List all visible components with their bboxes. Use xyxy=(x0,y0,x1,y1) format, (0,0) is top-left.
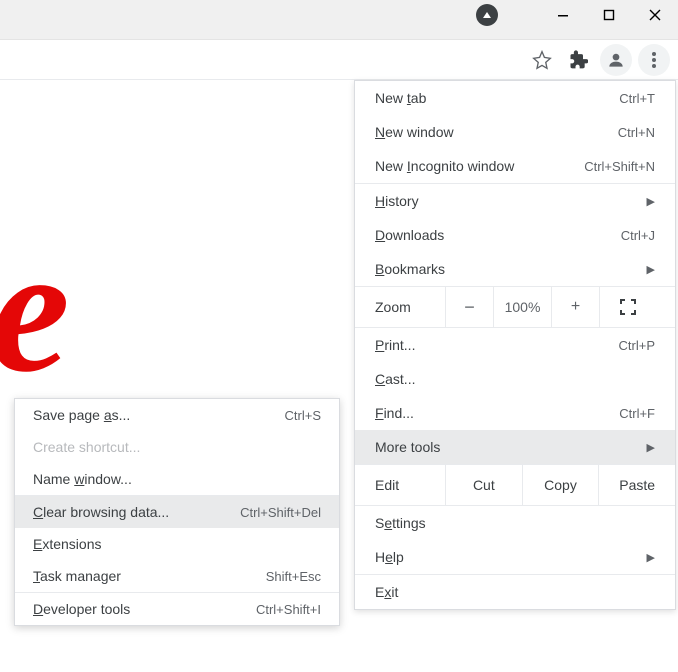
submenu-shortcut: Ctrl+S xyxy=(285,408,321,423)
menu-label: Settings xyxy=(375,515,655,531)
menu-bookmarks[interactable]: Bookmarks ▶ xyxy=(355,252,675,286)
menu-label: Cast... xyxy=(375,371,655,387)
submenu-label: Extensions xyxy=(33,536,321,552)
submenu-name-window[interactable]: Name window... xyxy=(15,463,339,495)
menu-help[interactable]: Help ▶ xyxy=(355,540,675,574)
more-tools-submenu: Save page as... Ctrl+S Create shortcut..… xyxy=(14,398,340,626)
browser-toolbar xyxy=(0,40,678,80)
submenu-label: Name window... xyxy=(33,471,321,487)
menu-label: New tab xyxy=(375,90,603,106)
menu-shortcut: Ctrl+F xyxy=(619,406,655,421)
chrome-menu-button[interactable] xyxy=(638,44,670,76)
submenu-arrow-icon: ▶ xyxy=(647,551,655,564)
menu-shortcut: Ctrl+N xyxy=(618,125,655,140)
submenu-extensions[interactable]: Extensions xyxy=(15,528,339,560)
menu-edit-row: Edit Cut Copy Paste xyxy=(355,465,675,505)
profile-avatar-icon[interactable] xyxy=(600,44,632,76)
menu-new-tab[interactable]: New tab Ctrl+T xyxy=(355,81,675,115)
zoom-in-button[interactable]: + xyxy=(551,287,599,327)
zoom-out-button[interactable]: − xyxy=(445,287,493,327)
menu-label: Find... xyxy=(375,405,603,421)
submenu-arrow-icon: ▶ xyxy=(647,441,655,454)
submenu-label: Create shortcut... xyxy=(33,439,321,455)
submenu-arrow-icon: ▶ xyxy=(647,263,655,276)
submenu-label: Save page as... xyxy=(33,407,269,423)
menu-label: Downloads xyxy=(375,227,605,243)
menu-new-window[interactable]: New window Ctrl+N xyxy=(355,115,675,149)
menu-exit[interactable]: Exit xyxy=(355,575,675,609)
submenu-create-shortcut: Create shortcut... xyxy=(15,431,339,463)
menu-more-tools[interactable]: More tools ▶ xyxy=(355,430,675,464)
edit-copy-button[interactable]: Copy xyxy=(522,465,599,505)
menu-new-incognito[interactable]: New Incognito window Ctrl+Shift+N xyxy=(355,149,675,183)
submenu-developer-tools[interactable]: Developer tools Ctrl+Shift+I xyxy=(15,593,339,625)
menu-shortcut: Ctrl+J xyxy=(621,228,655,243)
menu-settings[interactable]: Settings xyxy=(355,506,675,540)
menu-zoom-row: Zoom − 100% + xyxy=(355,287,675,327)
fullscreen-button[interactable] xyxy=(599,287,655,327)
background-logo-glyph: e xyxy=(0,220,70,400)
edit-paste-button[interactable]: Paste xyxy=(598,465,675,505)
window-titlebar xyxy=(0,0,678,40)
bookmark-star-icon[interactable] xyxy=(526,44,558,76)
chrome-main-menu: New tab Ctrl+T New window Ctrl+N New Inc… xyxy=(354,80,676,610)
menu-shortcut: Ctrl+Shift+N xyxy=(584,159,655,174)
window-minimize-button[interactable] xyxy=(540,0,586,30)
menu-label: More tools xyxy=(375,439,631,455)
submenu-shortcut: Ctrl+Shift+Del xyxy=(240,505,321,520)
zoom-label: Zoom xyxy=(355,299,445,315)
window-maximize-button[interactable] xyxy=(586,0,632,30)
menu-find[interactable]: Find... Ctrl+F xyxy=(355,396,675,430)
menu-label: New Incognito window xyxy=(375,158,568,174)
menu-history[interactable]: History ▶ xyxy=(355,184,675,218)
menu-label: Bookmarks xyxy=(375,261,631,277)
window-close-button[interactable] xyxy=(632,0,678,30)
menu-label: Help xyxy=(375,549,631,565)
submenu-shortcut: Ctrl+Shift+I xyxy=(256,602,321,617)
menu-label: Print... xyxy=(375,337,603,353)
account-indicator-icon[interactable] xyxy=(464,0,510,30)
submenu-label: Clear browsing data... xyxy=(33,504,224,520)
submenu-task-manager[interactable]: Task manager Shift+Esc xyxy=(15,560,339,592)
menu-label: History xyxy=(375,193,631,209)
submenu-label: Developer tools xyxy=(33,601,240,617)
submenu-clear-browsing-data[interactable]: Clear browsing data... Ctrl+Shift+Del xyxy=(15,496,339,528)
zoom-value: 100% xyxy=(493,287,551,327)
menu-cast[interactable]: Cast... xyxy=(355,362,675,396)
menu-label: New window xyxy=(375,124,602,140)
menu-shortcut: Ctrl+P xyxy=(619,338,655,353)
edit-cut-button[interactable]: Cut xyxy=(445,465,522,505)
menu-shortcut: Ctrl+T xyxy=(619,91,655,106)
submenu-save-page-as[interactable]: Save page as... Ctrl+S xyxy=(15,399,339,431)
fullscreen-icon xyxy=(620,299,636,315)
submenu-arrow-icon: ▶ xyxy=(647,195,655,208)
extensions-icon[interactable] xyxy=(562,44,594,76)
edit-label: Edit xyxy=(355,477,445,493)
submenu-shortcut: Shift+Esc xyxy=(266,569,321,584)
submenu-label: Task manager xyxy=(33,568,250,584)
menu-label: Exit xyxy=(375,584,655,600)
menu-print[interactable]: Print... Ctrl+P xyxy=(355,328,675,362)
vertical-dots-icon xyxy=(652,58,656,62)
menu-downloads[interactable]: Downloads Ctrl+J xyxy=(355,218,675,252)
